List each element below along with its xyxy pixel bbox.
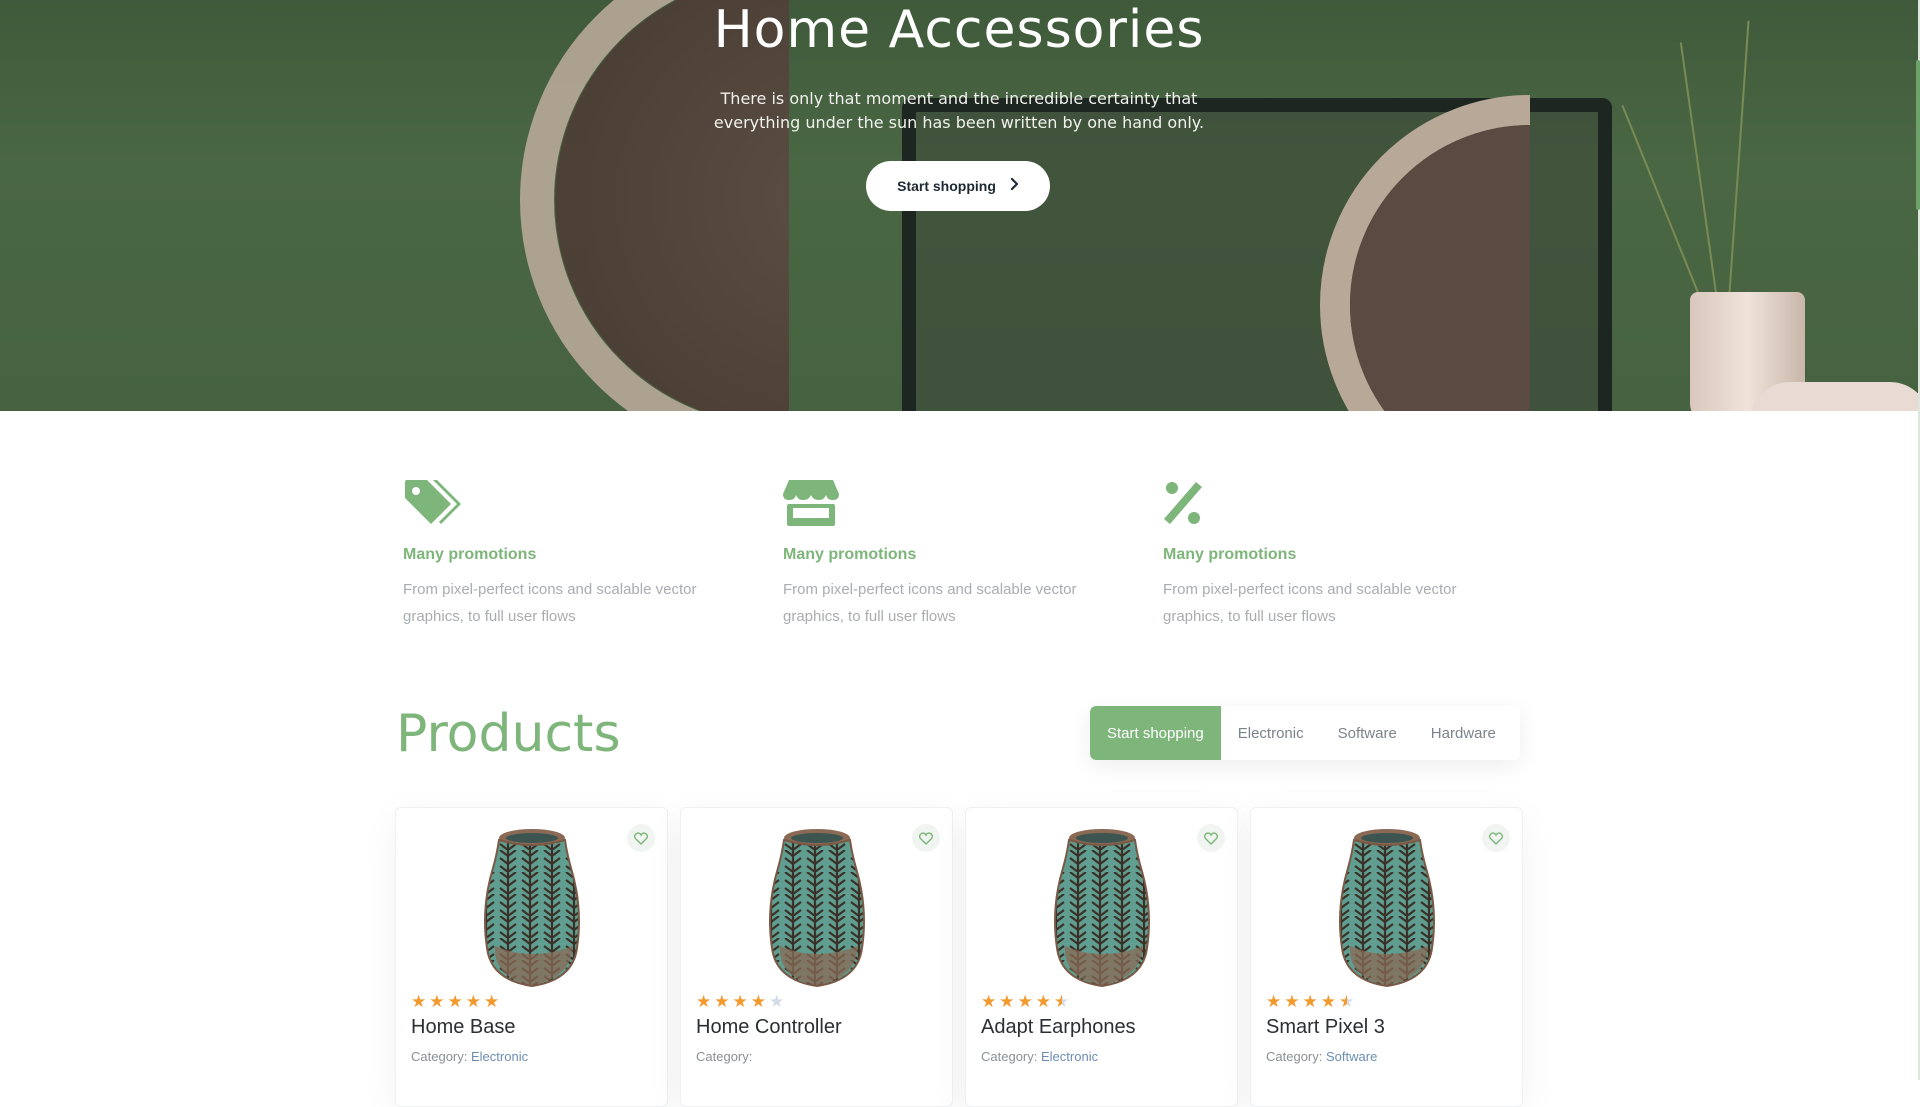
star-half-icon: ★ [1339,992,1355,1011]
tab-start-shopping[interactable]: Start shopping [1090,706,1221,760]
hero-subtitle: There is only that moment and the incred… [659,87,1259,135]
star-icon: ★ [1035,992,1051,1011]
feature-title: Many promotions [1163,546,1297,563]
product-category: Category: Software [1266,1049,1377,1064]
star-icon: ★ [714,992,730,1011]
product-image[interactable] [1330,828,1444,990]
product-name[interactable]: Smart Pixel 3 [1266,1016,1385,1039]
rating-stars: ★ ★ ★ ★ ★ [696,993,784,1010]
heart-icon [634,831,648,845]
product-image[interactable] [1045,828,1159,990]
feature-text: From pixel-perfect icons and scalable ve… [783,581,1077,625]
feature-item: Many promotions From pixel-perfect icons… [403,478,743,630]
tab-hardware[interactable]: Hardware [1414,706,1513,760]
star-icon: ★ [732,992,748,1011]
star-icon: ★ [1266,992,1282,1011]
hero-decor-bowl [1750,382,1918,411]
products-title: Products [396,704,621,764]
hero-decor-stem [1621,104,1702,301]
wishlist-heart-button[interactable] [912,824,940,852]
category-label: Category: [696,1049,753,1064]
product-category: Category: [696,1049,752,1064]
heart-icon [919,831,933,845]
product-name[interactable]: Home Base [411,1016,516,1039]
product-image[interactable] [760,828,874,990]
product-filter-tabs: Start shopping Electronic Software Hardw… [1090,706,1520,760]
category-label: Category: [411,1049,468,1064]
star-icon: ★ [696,992,712,1011]
product-card[interactable]: ★ ★ ★ ★ ★ Adapt Earphones Category: Elec… [965,807,1238,1107]
scrollbar-thumb[interactable] [1916,60,1920,210]
category-label: Category: [1266,1049,1323,1064]
star-icon: ★ [1284,992,1300,1011]
product-card[interactable]: ★ ★ ★ ★ ★ Home Controller Category: [680,807,953,1107]
star-icon: ★ [1017,992,1033,1011]
chevron-right-icon [1010,177,1019,195]
category-link[interactable]: Electronic [1041,1049,1098,1064]
category-link[interactable]: Electronic [471,1049,528,1064]
rating-stars: ★ ★ ★ ★ ★ [1266,993,1354,1010]
star-icon: ★ [1302,992,1318,1011]
tab-electronic[interactable]: Electronic [1221,706,1321,760]
category-link[interactable]: Software [1326,1049,1377,1064]
feature-title: Many promotions [403,546,537,563]
wishlist-heart-button[interactable] [627,824,655,852]
hero-title: Home Accessories [713,0,1205,60]
star-icon: ★ [999,992,1015,1011]
product-category: Category: Electronic [411,1049,528,1064]
heart-icon [1204,831,1218,845]
feature-title: Many promotions [783,546,917,563]
tab-software[interactable]: Software [1321,706,1414,760]
star-icon: ★ [447,992,463,1011]
wishlist-heart-button[interactable] [1197,824,1225,852]
hero-subtitle-line: everything under the sun has been writte… [713,113,1205,132]
product-category: Category: Electronic [981,1049,1098,1064]
star-icon: ★ [750,992,766,1011]
store-icon [783,478,843,530]
product-card[interactable]: ★ ★ ★ ★ ★ Home Base Category: Electronic [395,807,668,1107]
category-label: Category: [981,1049,1038,1064]
feature-item: Many promotions From pixel-perfect icons… [1163,478,1503,630]
star-empty-icon: ★ [769,992,785,1011]
hero-subtitle-line: There is only that moment and the incred… [720,89,1198,108]
hero-decor-stem [1728,20,1750,301]
start-shopping-label: Start shopping [897,178,996,194]
product-card[interactable]: ★ ★ ★ ★ ★ Smart Pixel 3 Category: Softwa… [1250,807,1523,1107]
star-icon: ★ [411,992,427,1011]
star-half-icon: ★ [1054,992,1070,1011]
feature-text: From pixel-perfect icons and scalable ve… [403,581,697,625]
product-image[interactable] [475,828,589,990]
percent-icon [1163,478,1223,530]
star-icon: ★ [981,992,997,1011]
star-icon: ★ [429,992,445,1011]
hero-banner: Home Accessories There is only that mome… [0,0,1918,411]
product-name[interactable]: Home Controller [696,1016,842,1039]
feature-item: Many promotions From pixel-perfect icons… [783,478,1123,630]
tags-icon [403,478,463,530]
start-shopping-button[interactable]: Start shopping [866,161,1050,211]
star-icon: ★ [484,992,500,1011]
product-name[interactable]: Adapt Earphones [981,1016,1136,1039]
rating-stars: ★ ★ ★ ★ ★ [981,993,1069,1010]
star-icon: ★ [1320,992,1336,1011]
star-icon: ★ [465,992,481,1011]
feature-text: From pixel-perfect icons and scalable ve… [1163,581,1457,625]
heart-icon [1489,831,1503,845]
wishlist-heart-button[interactable] [1482,824,1510,852]
rating-stars: ★ ★ ★ ★ ★ [411,993,499,1010]
